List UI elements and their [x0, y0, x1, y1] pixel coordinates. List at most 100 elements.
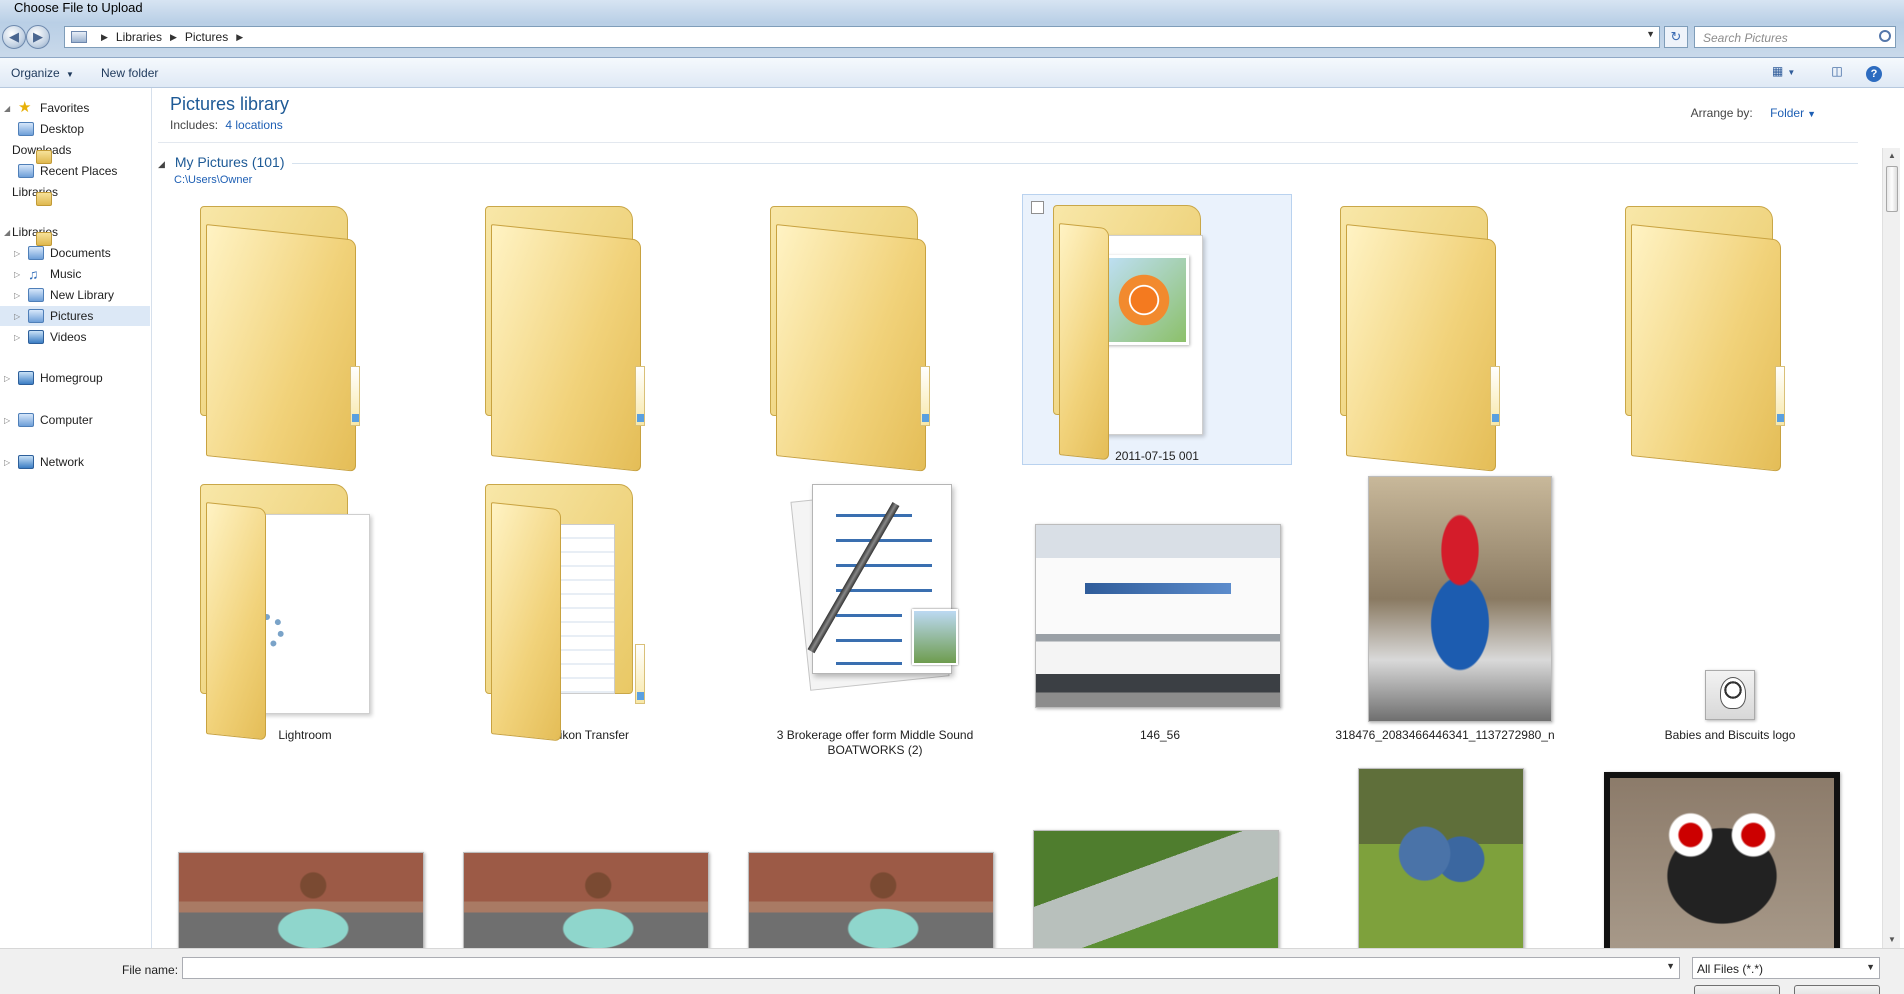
recent-places-icon	[18, 164, 34, 178]
pictures-folder-icon	[1053, 205, 1223, 461]
scrollbar-thumb[interactable]	[1886, 166, 1898, 212]
bottom-bar: File name: ▼ All Files (*.*) ▼	[0, 948, 1904, 994]
vertical-scrollbar[interactable]: ▲ ▼	[1882, 148, 1900, 948]
file-item[interactable]: iPod Photo Cache	[1595, 196, 1865, 472]
file-item-label: 318476_2083466446341_1137272980_n	[1335, 728, 1555, 742]
nav-computer-label: Computer	[40, 413, 93, 427]
collapse-icon[interactable]: ◢	[158, 159, 165, 169]
library-locations-link[interactable]: 4 locations	[225, 118, 282, 132]
file-item[interactable]: 2010-05-07	[170, 196, 440, 472]
nav-network[interactable]: ▷ Network	[0, 452, 150, 472]
nav-libraries-fav[interactable]: Libraries	[0, 182, 150, 206]
folder-icon	[200, 206, 370, 472]
arrange-by-dropdown[interactable]: Folder	[1770, 106, 1804, 120]
breadcrumb-separator-icon[interactable]: ▶	[236, 32, 243, 43]
chevron-down-icon[interactable]: ▼	[1807, 109, 1816, 119]
nav-videos[interactable]: ▷ Videos	[0, 327, 150, 347]
file-item[interactable]: Image Backup	[1310, 196, 1580, 472]
file-item[interactable]: 3 Brokerage offer form Middle Sound BOAT…	[740, 474, 1010, 758]
organize-label: Organize	[11, 66, 60, 80]
documents-folder-icon	[485, 484, 655, 742]
back-button[interactable]: ◀	[2, 25, 26, 49]
arrange-by-label: Arrange by:	[1690, 106, 1753, 120]
library-includes: Includes: 4 locations	[170, 118, 283, 132]
scroll-down-icon[interactable]: ▼	[1883, 932, 1901, 948]
group-title: My Pictures (101)	[174, 154, 285, 170]
file-item[interactable]: 318476_2083466446341_1137272980_n	[1310, 474, 1580, 743]
arrange-by: Arrange by: Folder ▼	[1691, 106, 1816, 120]
image-thumbnail[interactable]	[748, 852, 994, 948]
file-item[interactable]: 2011-05-15	[455, 196, 725, 472]
nav-network-label: Network	[40, 455, 85, 469]
nav-recent-places-label: Recent Places	[40, 164, 118, 178]
nav-music[interactable]: ▷ ♫ Music	[0, 264, 150, 284]
file-item-selected[interactable]: 2011-07-15 001	[1022, 194, 1292, 465]
forward-button[interactable]: ▶	[26, 25, 50, 49]
file-list-pane: Pictures library Includes: 4 locations A…	[152, 88, 1882, 948]
file-item[interactable]: 146_56	[1025, 474, 1295, 743]
nav-documents[interactable]: ▷ Documents	[0, 243, 150, 263]
address-bar[interactable]: ▶ Libraries ▶ Pictures ▶ ▼	[64, 26, 1660, 48]
nav-desktop[interactable]: Desktop	[0, 119, 150, 139]
cancel-button[interactable]	[1794, 985, 1880, 994]
chevron-down-icon[interactable]: ▼	[1866, 962, 1875, 972]
breadcrumb-pictures[interactable]: Pictures	[185, 30, 228, 44]
help-icon: ?	[1870, 68, 1878, 80]
image-thumbnail[interactable]	[1033, 830, 1279, 948]
nav-documents-label: Documents	[50, 246, 111, 260]
image-thumbnail	[1035, 524, 1281, 708]
new-folder-button[interactable]: New folder	[101, 66, 158, 80]
nav-favorites-label: Favorites	[40, 101, 90, 115]
nav-pictures[interactable]: ▷ Pictures	[0, 306, 150, 326]
open-button[interactable]	[1694, 985, 1780, 994]
pictures-icon	[28, 309, 44, 323]
breadcrumb-libraries[interactable]: Libraries	[116, 30, 162, 44]
file-item[interactable]: 2011-05-26	[740, 196, 1010, 472]
collapse-icon[interactable]: ◢	[4, 228, 12, 237]
organize-button[interactable]: Organize ▼	[11, 66, 74, 80]
nav-downloads[interactable]: Downloads	[0, 140, 150, 164]
refresh-button[interactable]: ↻	[1664, 26, 1688, 48]
file-item[interactable]: Nikon Transfer	[455, 474, 725, 743]
change-view-button[interactable]: ▦ ▼	[1772, 64, 1796, 82]
search-input[interactable]: Search Pictures	[1694, 26, 1896, 48]
help-button[interactable]: ?	[1866, 66, 1882, 82]
chevron-down-icon: ▼	[1787, 68, 1796, 77]
scroll-up-icon[interactable]: ▲	[1883, 148, 1901, 164]
nav-videos-label: Videos	[50, 330, 87, 344]
nav-music-label: Music	[50, 267, 82, 281]
group-header[interactable]: ◢ My Pictures (101)	[158, 154, 285, 170]
nav-recent-places[interactable]: Recent Places	[0, 161, 150, 181]
group-divider	[292, 163, 1858, 164]
nav-new-library[interactable]: ▷ New Library	[0, 285, 150, 305]
file-item[interactable]: Babies and Biscuits logo	[1595, 474, 1865, 743]
header-divider	[158, 142, 1858, 143]
image-thumbnail[interactable]	[463, 852, 709, 948]
breadcrumb-separator-icon[interactable]: ▶	[101, 32, 108, 43]
search-icon[interactable]	[1879, 30, 1891, 42]
image-thumbnail[interactable]	[178, 852, 424, 948]
nav-favorites[interactable]: ◢ ★ Favorites	[0, 98, 150, 118]
forward-arrow-icon: ▶	[33, 29, 43, 44]
title-bar: Choose File to Upload ◀ ▶ ▶ Libraries ▶ …	[0, 0, 1904, 58]
computer-icon	[18, 413, 34, 427]
nav-homegroup[interactable]: ▷ Homegroup	[0, 368, 150, 388]
image-thumbnail[interactable]	[1358, 768, 1524, 948]
library-title: Pictures library	[170, 94, 290, 114]
breadcrumb-separator-icon[interactable]: ▶	[170, 32, 177, 43]
address-dropdown-icon[interactable]: ▼	[1646, 29, 1655, 39]
image-thumbnail[interactable]	[1604, 772, 1840, 948]
file-name-input[interactable]: ▼	[182, 957, 1680, 979]
file-item[interactable]: Lightroom	[170, 474, 440, 743]
chevron-down-icon[interactable]: ▼	[1666, 961, 1675, 971]
library-icon	[28, 288, 44, 302]
nav-libraries[interactable]: ◢ Libraries	[0, 222, 150, 246]
command-toolbar: Organize ▼ New folder ▦ ▼ ◫ ?	[0, 58, 1904, 88]
file-item-label: 3 Brokerage offer form Middle Sound BOAT…	[776, 728, 974, 757]
nav-computer[interactable]: ▷ Computer	[0, 410, 150, 430]
logo-thumbnail	[1705, 670, 1755, 720]
file-type-filter[interactable]: All Files (*.*) ▼	[1692, 957, 1880, 979]
preview-pane-button[interactable]: ◫	[1826, 64, 1848, 82]
collapse-icon[interactable]: ◢	[4, 104, 12, 113]
star-icon: ★	[18, 99, 32, 116]
